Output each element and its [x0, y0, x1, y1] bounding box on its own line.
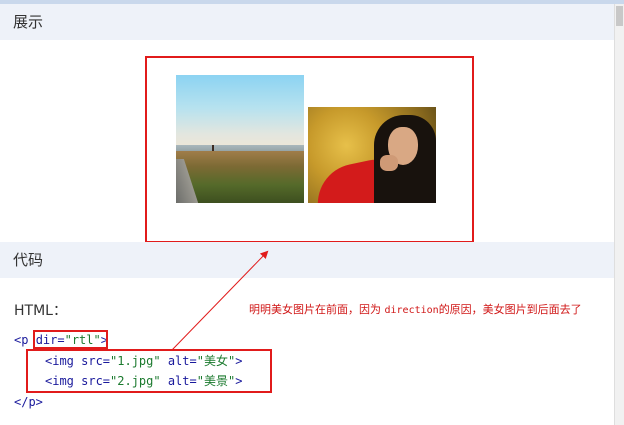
beach-person: [212, 145, 214, 151]
portrait-hand: [380, 155, 398, 171]
scrollbar-thumb[interactable]: [616, 6, 623, 26]
beach-sky: [176, 75, 304, 149]
code-line-p-close: </p>: [14, 395, 43, 409]
section-header-demo: 展示: [0, 4, 614, 40]
annotation-after: 的原因，美女图片到后面去了: [438, 303, 582, 316]
html-label: HTML：: [14, 303, 67, 319]
vertical-scrollbar[interactable]: [614, 4, 624, 425]
img-tags-highlight: [26, 349, 272, 393]
image-portrait: [308, 107, 436, 203]
image-beach: [176, 75, 304, 203]
section-header-code: 代码: [0, 242, 614, 278]
dir-attribute-highlight: [33, 330, 108, 349]
annotation-before: 明明美女图片在前面，因为: [249, 303, 385, 316]
annotation-text: 明明美女图片在前面，因为 direction的原因，美女图片到后面去了: [249, 301, 582, 317]
annotation-keyword: direction: [384, 305, 439, 316]
